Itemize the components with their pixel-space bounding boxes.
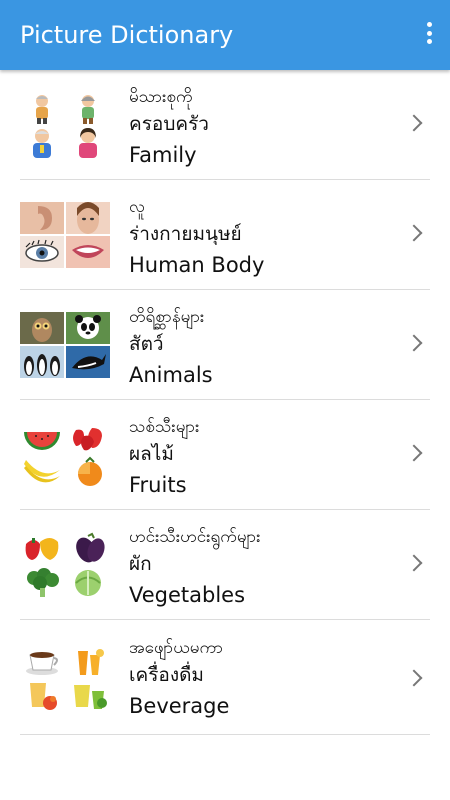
- chevron-right-icon: [405, 114, 423, 132]
- beverage-thumbnail: [20, 645, 110, 711]
- category-item-vegetables[interactable]: ဟင်းသီးဟင်းရွက်များ ผัก Vegetables: [0, 510, 450, 620]
- category-item-fruits[interactable]: သစ်သီးများ ผลไม้ Fruits: [0, 400, 450, 510]
- vegetables-thumbnail: [20, 532, 110, 598]
- category-label-burmese: သစ်သီးများ: [129, 417, 200, 437]
- category-label-thai: ผลไม้: [129, 443, 174, 465]
- category-label-thai: ครอบครัว: [129, 113, 209, 135]
- fruits-thumbnail: [20, 422, 110, 488]
- app-bar: Picture Dictionary: [0, 0, 450, 70]
- category-label-english: Human Body: [129, 253, 265, 277]
- category-label-burmese: ဟင်းသီးဟင်းရွက်များ: [129, 527, 261, 547]
- category-item-animals[interactable]: တိရိစ္ဆာန်များ สัตว์ Animals: [0, 290, 450, 400]
- category-label-burmese: မိသားစုကို: [129, 87, 193, 107]
- animals-thumbnail: [20, 312, 110, 378]
- category-list: မိသားစုကို ครอบครัว Family လူ ร่างกายมนุ…: [0, 70, 450, 735]
- chevron-right-icon: [405, 334, 423, 352]
- category-label-thai: ร่างกายมนุษย์: [129, 223, 242, 245]
- category-label-thai: เครื่องดื่ม: [129, 664, 204, 686]
- chevron-right-icon: [405, 224, 423, 242]
- category-item-human-body[interactable]: လူ ร่างกายมนุษย์ Human Body: [0, 180, 450, 290]
- category-item-family[interactable]: မိသားစုကို ครอบครัว Family: [0, 70, 450, 180]
- category-label-english: Animals: [129, 363, 213, 387]
- category-label-thai: สัตว์: [129, 333, 164, 355]
- category-label-thai: ผัก: [129, 553, 152, 575]
- chevron-right-icon: [405, 444, 423, 462]
- category-label-english: Vegetables: [129, 583, 246, 607]
- category-item-beverage[interactable]: အဖျော်ယမကာ เครื่องดื่ม Beverage: [0, 620, 450, 735]
- app-title: Picture Dictionary: [20, 21, 234, 49]
- category-label-burmese: တိရိစ္ဆာန်များ: [129, 307, 205, 327]
- category-label-burmese: လူ: [129, 197, 145, 217]
- chevron-right-icon: [405, 669, 423, 687]
- category-label-english: Beverage: [129, 694, 230, 718]
- category-label-english: Fruits: [129, 473, 187, 497]
- human-body-thumbnail: [20, 202, 110, 268]
- category-label-english: Family: [129, 143, 197, 167]
- more-vert-icon[interactable]: [422, 22, 436, 50]
- chevron-right-icon: [405, 554, 423, 572]
- category-label-burmese: အဖျော်ယမကာ: [129, 638, 224, 658]
- family-thumbnail: [20, 92, 110, 158]
